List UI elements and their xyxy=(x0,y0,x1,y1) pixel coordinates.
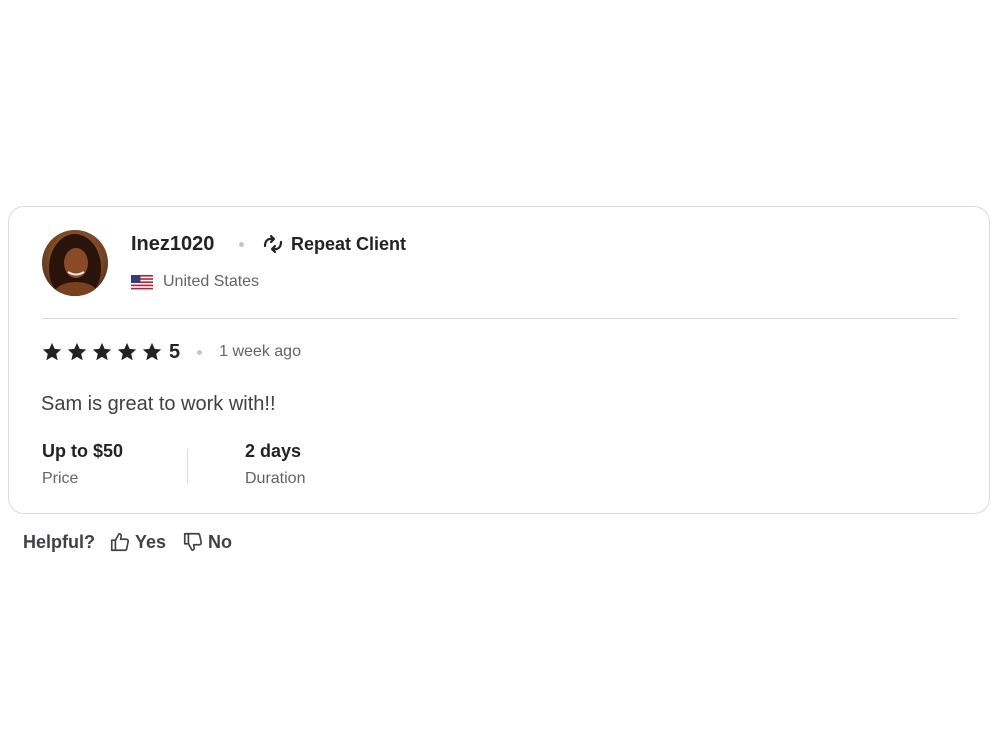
separator-dot xyxy=(239,242,244,247)
price-value: Up to $50 xyxy=(42,441,124,461)
reviewer-country: United States xyxy=(131,272,259,292)
price-label: Price xyxy=(42,470,79,487)
avatar-photo-icon xyxy=(42,230,108,296)
repeat-client-badge: Repeat Client xyxy=(261,232,406,256)
review-time: 1 week ago xyxy=(219,343,301,360)
reviewer-avatar[interactable] xyxy=(42,230,108,296)
card-divider xyxy=(42,318,958,319)
review-page: Inez1020 Repeat Client United States 5 1… xyxy=(0,0,1000,750)
duration-stat: 2 days Duration xyxy=(245,439,305,489)
star-icon xyxy=(41,341,63,363)
separator-dot xyxy=(197,349,203,355)
helpful-yes-label: Yes xyxy=(135,531,167,552)
repeat-client-label: Repeat Client xyxy=(291,234,407,254)
country-label: United States xyxy=(163,273,260,290)
thumbs-up-icon xyxy=(109,531,131,553)
review-card: Inez1020 Repeat Client United States 5 1… xyxy=(8,206,990,514)
duration-value: 2 days xyxy=(245,441,302,461)
duration-label: Duration xyxy=(245,470,306,487)
us-flag-icon xyxy=(131,274,153,290)
helpful-row: Helpful? Yes No xyxy=(23,530,232,554)
rating-value: 5 xyxy=(169,341,181,363)
thumbs-down-icon xyxy=(182,531,204,553)
stat-divider xyxy=(187,449,188,483)
helpful-no-button[interactable]: No xyxy=(182,531,232,553)
helpful-no-label: No xyxy=(208,531,233,552)
reviewer-name[interactable]: Inez1020 xyxy=(131,231,214,257)
review-text: Sam is great to work with!! xyxy=(41,393,276,415)
helpful-label: Helpful? xyxy=(23,532,95,552)
helpful-yes-button[interactable]: Yes xyxy=(109,531,166,553)
star-icon xyxy=(116,341,138,363)
star-rating xyxy=(41,341,163,363)
rating-row: 5 1 week ago xyxy=(41,340,301,364)
star-icon xyxy=(91,341,113,363)
repeat-icon xyxy=(261,234,285,254)
price-stat: Up to $50 Price xyxy=(42,439,123,489)
star-icon xyxy=(66,341,88,363)
star-icon xyxy=(141,341,163,363)
